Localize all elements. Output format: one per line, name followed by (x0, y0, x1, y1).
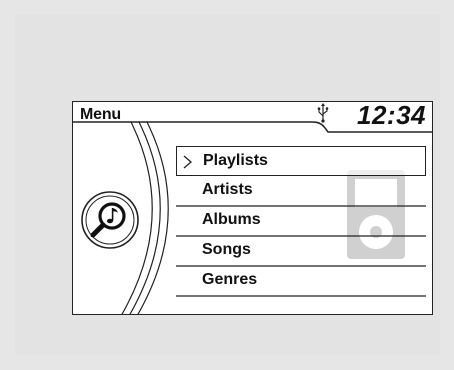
background-panel: Menu 12:34 Playlists Artists Albums Song… (15, 15, 440, 355)
list-dividers (176, 205, 426, 297)
display-screen: Menu 12:34 Playlists Artists Albums Song… (72, 101, 433, 315)
